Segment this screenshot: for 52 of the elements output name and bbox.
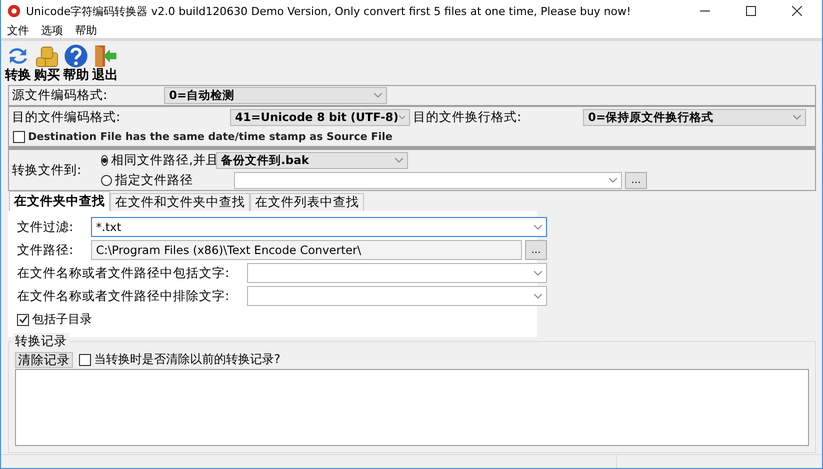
clear-on-convert-checkbox[interactable]: 当转换时是否清除以前的转换记录?	[79, 351, 280, 368]
log-text-area[interactable]	[15, 369, 809, 446]
browse-button[interactable]: ...	[625, 172, 647, 188]
chevron-down-icon	[534, 224, 542, 230]
field-label: 在文件名称或者文件路径中排除文字:	[17, 288, 230, 304]
toolbar-button[interactable]: 转换	[4, 43, 32, 83]
source-encoding-dropdown[interactable]: 0=自动检测	[164, 87, 387, 104]
tab[interactable]: 在文件夹中查找	[9, 191, 110, 211]
clear-log-button[interactable]: 清除记录	[15, 352, 73, 368]
combo-field[interactable]	[247, 263, 547, 283]
radio-button[interactable]	[101, 154, 108, 166]
field-label: 文件过滤:	[17, 218, 74, 236]
field-label: 源文件编码格式:	[11, 87, 108, 104]
browse-button[interactable]: ...	[525, 240, 547, 260]
menu-item[interactable]: 选项	[41, 22, 63, 38]
checkmark-icon	[18, 315, 28, 324]
app-icon	[7, 4, 21, 18]
close-icon[interactable]	[792, 6, 802, 16]
toolbar-button[interactable]: 购买	[33, 43, 61, 83]
toolbar-button[interactable]: 帮助	[62, 43, 90, 83]
window-title: Unicode字符编码转换器 v2.0 build120630 Demo Version, Only convert first 5 files at one time, Please buy now!	[26, 4, 631, 18]
chevron-down-icon	[398, 114, 405, 120]
tab[interactable]: 在文件和文件夹中查找	[110, 193, 250, 211]
field-label: 文件路径:	[17, 242, 74, 258]
chevron-down-icon	[609, 178, 617, 182]
field-label: 目的文件换行格式:	[412, 108, 522, 126]
menu-item[interactable]: 文件	[7, 22, 29, 38]
group-title: 转换记录	[13, 333, 69, 350]
radio-label: 相同文件路径,并且	[111, 152, 219, 168]
field-label: 目的文件编码格式:	[11, 108, 122, 126]
chevron-down-icon	[534, 270, 542, 276]
chevron-down-icon	[793, 114, 801, 120]
help-icon	[62, 43, 90, 69]
combo-field[interactable]	[247, 286, 547, 306]
tab[interactable]: 在文件列表中查找	[250, 193, 364, 211]
field-label: 转换文件到:	[11, 162, 82, 178]
timestamp-checkbox[interactable]: Destination File has the same date/time stamp as Source File	[13, 130, 392, 142]
toolbar-button[interactable]: 退出	[91, 43, 119, 83]
radio-label: 指定文件路径	[115, 172, 193, 188]
maximize-icon[interactable]	[746, 6, 756, 16]
chevron-down-icon	[374, 93, 382, 98]
path-field[interactable]: C:\Program Files (x86)\Text Encode Converter\	[91, 240, 522, 260]
field-label: 在文件名称或者文件路径中包括文字:	[17, 264, 230, 282]
chevron-down-icon	[534, 294, 542, 298]
chevron-down-icon	[395, 158, 403, 162]
radio-button[interactable]	[101, 174, 112, 186]
line-ending-dropdown[interactable]: 0=保持原文件换行格式	[583, 108, 806, 126]
target-encoding-dropdown[interactable]: 41=Unicode 8 bit (UTF-8)	[230, 108, 410, 126]
backup-dropdown[interactable]: 备份文件到.bak	[216, 152, 408, 168]
combo-field[interactable]: *.txt	[91, 217, 547, 237]
subfolders-checkbox[interactable]: 包括子目录	[17, 311, 537, 328]
menu-item[interactable]: 帮助	[75, 22, 97, 38]
